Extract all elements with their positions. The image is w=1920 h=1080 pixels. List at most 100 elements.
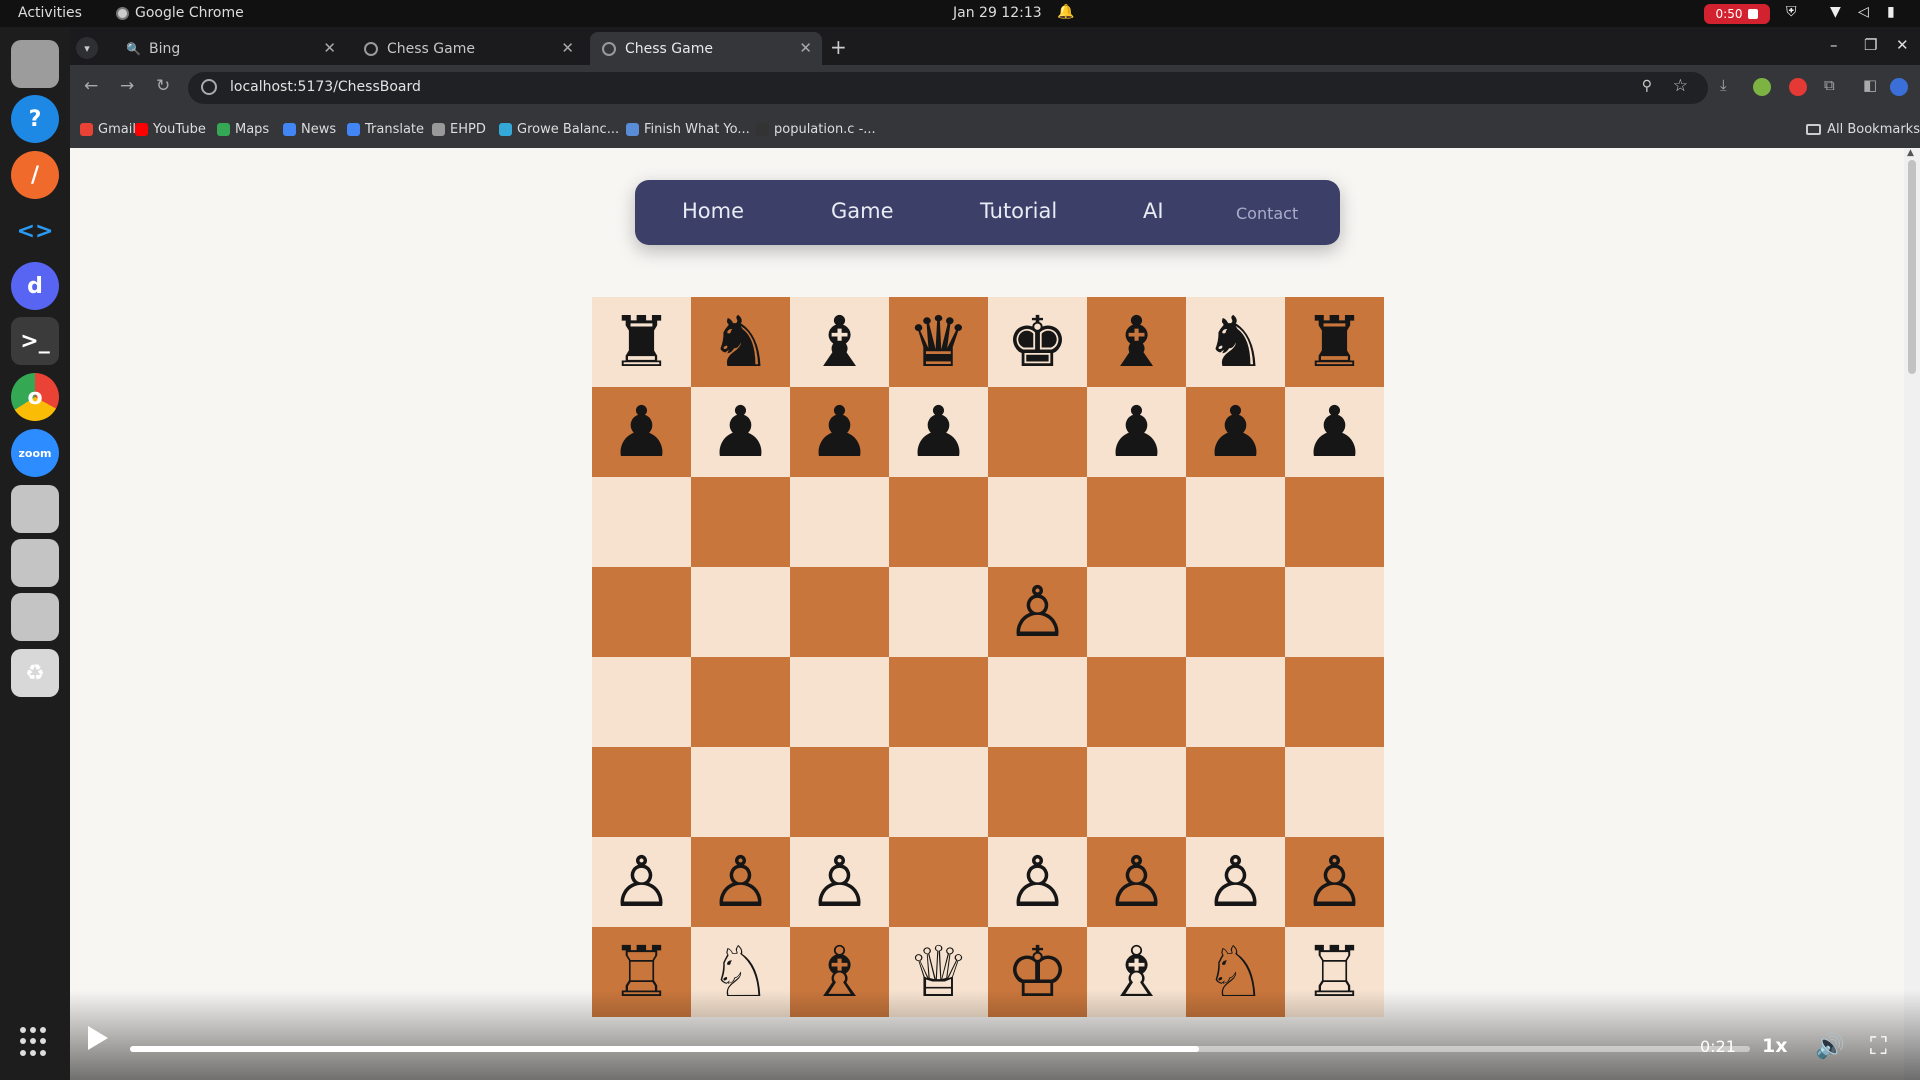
discord-icon[interactable]: d — [11, 262, 59, 310]
extension-red-icon[interactable] — [1789, 78, 1807, 96]
download-icon[interactable]: ⤓ — [1720, 76, 1727, 94]
chrome-icon[interactable]: o — [11, 373, 59, 421]
chess-piece[interactable]: ♝ — [808, 307, 871, 377]
url-text[interactable]: localhost:5173/ChessBoard — [230, 79, 421, 95]
doc-3-icon[interactable] — [11, 593, 59, 641]
board-square[interactable] — [1285, 657, 1384, 747]
files-icon[interactable] — [11, 40, 59, 88]
board-square[interactable] — [691, 477, 790, 567]
bookmark-item[interactable]: Translate — [347, 122, 424, 137]
minimize-icon[interactable]: – — [1830, 36, 1838, 54]
board-square[interactable] — [1186, 567, 1285, 657]
nav-game[interactable]: Game — [831, 199, 894, 223]
forward-icon[interactable]: → — [120, 76, 134, 96]
board-square[interactable] — [889, 747, 988, 837]
pen-tool-icon[interactable]: / — [11, 151, 59, 199]
chess-piece[interactable]: ♚ — [1006, 307, 1069, 377]
bookmark-item[interactable]: EHPD — [432, 122, 486, 137]
new-tab-button[interactable]: + — [830, 35, 847, 59]
board-square[interactable]: ♟ — [790, 387, 889, 477]
board-square[interactable] — [1186, 657, 1285, 747]
tab-chess-game-active[interactable]: Chess Game ✕ — [590, 32, 822, 65]
bookmark-item[interactable]: YouTube — [135, 122, 206, 137]
nav-ai[interactable]: AI — [1143, 199, 1164, 223]
chess-piece[interactable]: ♙ — [1006, 577, 1069, 647]
board-square[interactable]: ♜ — [1285, 297, 1384, 387]
bookmark-item[interactable]: News — [283, 122, 336, 137]
tab-chess-game[interactable]: Chess Game ✕ — [352, 32, 584, 65]
chess-piece[interactable]: ♛ — [907, 307, 970, 377]
board-square[interactable] — [889, 837, 988, 927]
bookmark-star-icon[interactable]: ☆ — [1673, 76, 1688, 96]
board-square[interactable] — [592, 567, 691, 657]
board-square[interactable]: ♟ — [592, 387, 691, 477]
board-square[interactable]: ♙ — [988, 567, 1087, 657]
board-square[interactable] — [1186, 477, 1285, 567]
chess-piece[interactable]: ♙ — [610, 847, 673, 917]
chess-piece[interactable]: ♟ — [1204, 397, 1267, 467]
board-square[interactable] — [592, 477, 691, 567]
board-square[interactable] — [889, 567, 988, 657]
show-apps-icon[interactable] — [20, 1027, 50, 1057]
stop-recording-icon[interactable] — [1748, 9, 1759, 19]
chess-piece[interactable]: ♙ — [1303, 847, 1366, 917]
board-square[interactable] — [1087, 567, 1186, 657]
play-icon[interactable] — [88, 1026, 108, 1050]
chess-piece[interactable]: ♜ — [1303, 307, 1366, 377]
chess-piece[interactable]: ♟ — [1303, 397, 1366, 467]
chess-piece[interactable]: ♙ — [1204, 847, 1267, 917]
bookmark-item[interactable]: population.c -... — [756, 122, 876, 137]
terminal-icon[interactable]: >_ — [11, 317, 59, 365]
chess-piece[interactable]: ♟ — [709, 397, 772, 467]
board-square[interactable] — [889, 657, 988, 747]
board-square[interactable]: ♙ — [592, 837, 691, 927]
doc-1-icon[interactable] — [11, 485, 59, 533]
board-square[interactable]: ♛ — [889, 297, 988, 387]
board-square[interactable]: ♜ — [592, 297, 691, 387]
nav-tutorial[interactable]: Tutorial — [980, 199, 1057, 223]
chess-piece[interactable]: ♞ — [1204, 307, 1267, 377]
chess-piece[interactable]: ♞ — [709, 307, 772, 377]
back-icon[interactable]: ← — [84, 76, 98, 96]
chess-piece[interactable]: ♜ — [610, 307, 673, 377]
tab-search-button[interactable]: ▾ — [76, 37, 98, 59]
board-square[interactable]: ♝ — [790, 297, 889, 387]
board-square[interactable] — [790, 657, 889, 747]
board-square[interactable]: ♙ — [1087, 837, 1186, 927]
board-square[interactable] — [790, 477, 889, 567]
bookmark-item[interactable]: Gmail — [80, 122, 136, 137]
close-tab-icon[interactable]: ✕ — [799, 39, 812, 57]
nav-home[interactable]: Home — [682, 199, 744, 223]
close-tab-icon[interactable]: ✕ — [561, 39, 574, 57]
trash-icon[interactable]: ♻ — [11, 649, 59, 697]
zoom-icon[interactable]: ⚲ — [1642, 78, 1652, 94]
board-square[interactable]: ♟ — [889, 387, 988, 477]
chess-piece[interactable]: ♟ — [808, 397, 871, 467]
chess-piece[interactable]: ♙ — [808, 847, 871, 917]
restore-icon[interactable]: ❐ — [1864, 36, 1877, 54]
page-scrollbar[interactable]: ▲ — [1904, 148, 1920, 1080]
board-square[interactable]: ♚ — [988, 297, 1087, 387]
board-square[interactable] — [988, 747, 1087, 837]
board-square[interactable]: ♟ — [691, 387, 790, 477]
volume-icon[interactable]: 🔊 — [1815, 1032, 1845, 1060]
board-square[interactable]: ♙ — [1186, 837, 1285, 927]
extension-green-icon[interactable] — [1753, 78, 1771, 96]
board-square[interactable]: ♞ — [1186, 297, 1285, 387]
board-square[interactable] — [691, 657, 790, 747]
reload-icon[interactable]: ↻ — [156, 76, 170, 96]
board-square[interactable] — [1087, 477, 1186, 567]
site-info-icon[interactable] — [201, 79, 217, 95]
bookmark-item[interactable]: Growe Balanc... — [499, 122, 619, 137]
board-square[interactable]: ♙ — [1285, 837, 1384, 927]
profile-avatar[interactable] — [1890, 78, 1908, 96]
board-square[interactable] — [1186, 747, 1285, 837]
board-square[interactable] — [592, 657, 691, 747]
close-tab-icon[interactable]: ✕ — [323, 39, 336, 57]
exit-fullscreen-icon[interactable]: ⛶ — [1870, 1032, 1887, 1060]
board-square[interactable] — [790, 567, 889, 657]
zoom-icon[interactable]: zoom — [11, 429, 59, 477]
chess-piece[interactable]: ♙ — [709, 847, 772, 917]
scrollbar-thumb[interactable] — [1908, 160, 1916, 374]
nav-contact[interactable]: Contact — [1236, 204, 1298, 223]
